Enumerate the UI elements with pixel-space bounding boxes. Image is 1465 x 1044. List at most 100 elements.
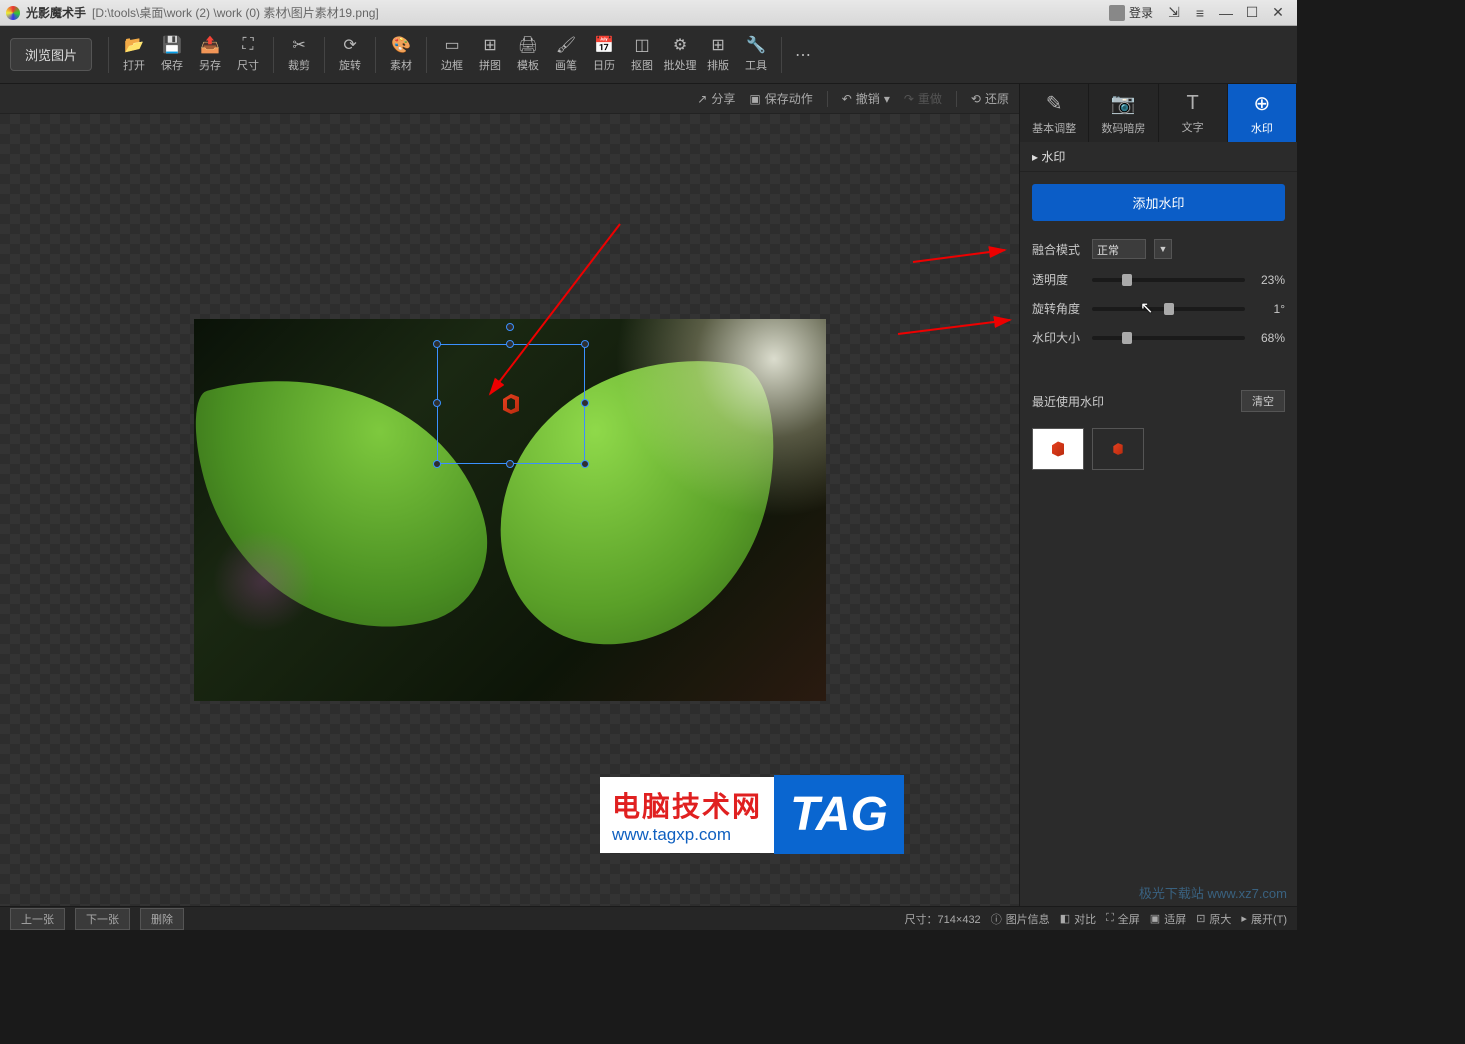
- resize-handle-bm[interactable]: [506, 460, 514, 468]
- tool-border[interactable]: ▭边框: [433, 36, 471, 73]
- tool-cutout[interactable]: ◫抠图: [623, 36, 661, 73]
- close-button[interactable]: ✕: [1265, 3, 1291, 23]
- basic-adjust-icon: ✎: [1046, 91, 1063, 116]
- login-label: 登录: [1129, 4, 1153, 21]
- pin-button[interactable]: ⇲: [1161, 3, 1187, 23]
- fullscreen-button[interactable]: ⛶ 全屏: [1106, 911, 1140, 927]
- size-icon: ⛶: [239, 36, 257, 54]
- size-slider[interactable]: [1092, 336, 1245, 340]
- tool-open[interactable]: 📂打开: [115, 36, 153, 73]
- annotation-arrow-2: [905, 244, 1015, 272]
- resize-handle-ml[interactable]: [433, 399, 441, 407]
- brush-icon: 🖌: [557, 36, 575, 54]
- tab-watermark[interactable]: ⊕水印: [1228, 84, 1297, 142]
- rotation-label: 旋转角度: [1032, 300, 1084, 317]
- recent-watermark-2[interactable]: [1092, 428, 1144, 470]
- resize-handle-tm[interactable]: [506, 340, 514, 348]
- tool-material[interactable]: 🎨素材: [382, 36, 420, 73]
- save-as-icon: 📤: [201, 36, 219, 54]
- opacity-slider[interactable]: [1092, 278, 1245, 282]
- menu-button[interactable]: ≡: [1187, 3, 1213, 23]
- tool-layout[interactable]: ⊞排版: [699, 36, 737, 73]
- resize-handle-tr[interactable]: [581, 340, 589, 348]
- size-label: 水印大小: [1032, 329, 1084, 346]
- save-action-button[interactable]: ▣ 保存动作: [749, 90, 812, 107]
- browse-images-button[interactable]: 浏览图片: [10, 38, 92, 71]
- delete-image-button[interactable]: 删除: [140, 908, 184, 930]
- login-button[interactable]: 登录: [1101, 4, 1161, 21]
- resize-handle-br[interactable]: [581, 460, 589, 468]
- tool-calendar[interactable]: 📅日历: [585, 36, 623, 73]
- clear-recent-button[interactable]: 清空: [1241, 390, 1285, 412]
- fitscreen-button[interactable]: ▣ 适屏: [1150, 911, 1186, 927]
- rotate-handle[interactable]: [506, 323, 514, 331]
- batch-icon: ⚙: [671, 36, 689, 54]
- image-info-button[interactable]: ⓘ 图片信息: [991, 911, 1050, 927]
- material-icon: 🎨: [392, 36, 410, 54]
- tool-brush[interactable]: 🖌画笔: [547, 36, 585, 73]
- tool-batch[interactable]: ⚙批处理: [661, 36, 699, 73]
- tool-collage[interactable]: ⊞拼图: [471, 36, 509, 73]
- xz7-watermark: 极光下载站 www.xz7.com: [1139, 883, 1287, 902]
- opacity-label: 透明度: [1032, 271, 1084, 288]
- tab-basic-adjust[interactable]: ✎基本调整: [1020, 84, 1089, 142]
- original-size-button[interactable]: ⊡ 原大: [1196, 911, 1231, 927]
- tool-tools[interactable]: 🔧工具: [737, 36, 775, 73]
- resize-handle-tl[interactable]: [433, 340, 441, 348]
- minimize-button[interactable]: —: [1213, 3, 1239, 23]
- prev-image-button[interactable]: 上一张: [10, 908, 65, 930]
- share-button[interactable]: ↗ 分享: [697, 90, 735, 107]
- collage-icon: ⊞: [481, 36, 499, 54]
- tool-save-as[interactable]: 📤另存: [191, 36, 229, 73]
- blend-mode-dropdown-icon[interactable]: ▼: [1154, 239, 1172, 259]
- panel-header: 水印: [1041, 150, 1065, 164]
- avatar-icon: [1109, 5, 1125, 21]
- watermark-selection-box[interactable]: [437, 344, 585, 464]
- tool-crop[interactable]: ✂裁剪: [280, 36, 318, 73]
- app-title: 光影魔术手: [26, 4, 86, 21]
- undo-button[interactable]: ↶ 撤销 ▾: [842, 90, 890, 107]
- expand-button[interactable]: ▸ 展开(T): [1241, 911, 1287, 927]
- layout-icon: ⊞: [709, 36, 727, 54]
- maximize-button[interactable]: ☐: [1239, 3, 1265, 23]
- restore-button[interactable]: ⟲ 还原: [971, 90, 1009, 107]
- tool-save[interactable]: 💾保存: [153, 36, 191, 73]
- opacity-value: 23%: [1253, 273, 1285, 287]
- watermark-icon: ⊕: [1253, 91, 1270, 116]
- cutout-icon: ◫: [633, 36, 651, 54]
- watermark-office-icon: [499, 392, 523, 416]
- next-image-button[interactable]: 下一张: [75, 908, 130, 930]
- blend-mode-label: 融合模式: [1032, 241, 1084, 258]
- darkroom-icon: 📷: [1111, 91, 1136, 116]
- text-icon: T: [1187, 92, 1199, 115]
- rotate-icon: ⟳: [341, 36, 359, 54]
- border-icon: ▭: [443, 36, 461, 54]
- annotation-arrow-3: [890, 314, 1020, 342]
- template-icon: 🖨: [519, 36, 537, 54]
- site-watermark-overlay: 电脑技术网 www.tagxp.com TAG: [600, 775, 904, 854]
- tab-text[interactable]: T文字: [1159, 84, 1228, 142]
- tool-template[interactable]: 🖨模板: [509, 36, 547, 73]
- recent-watermarks-label: 最近使用水印: [1032, 393, 1104, 410]
- tools-icon: 🔧: [747, 36, 765, 54]
- crop-icon: ✂: [290, 36, 308, 54]
- resize-handle-bl[interactable]: [433, 460, 441, 468]
- redo-button[interactable]: ↷ 重做: [904, 90, 942, 107]
- tool-rotate[interactable]: ⟳旋转: [331, 36, 369, 73]
- tab-darkroom[interactable]: 📷数码暗房: [1089, 84, 1158, 142]
- app-logo-icon: [6, 6, 20, 20]
- resize-handle-mr[interactable]: [581, 399, 589, 407]
- add-watermark-button[interactable]: 添加水印: [1032, 184, 1285, 221]
- calendar-icon: 📅: [595, 36, 613, 54]
- open-icon: 📂: [125, 36, 143, 54]
- photo: [194, 319, 826, 701]
- save-icon: 💾: [163, 36, 181, 54]
- rotation-value: 1°: [1253, 302, 1285, 316]
- blend-mode-select[interactable]: 正常: [1092, 239, 1146, 259]
- recent-watermark-1[interactable]: [1032, 428, 1084, 470]
- tool-size[interactable]: ⛶尺寸: [229, 36, 267, 73]
- rotation-slider[interactable]: [1092, 307, 1245, 311]
- dimensions-label: 尺寸：714×432: [905, 911, 981, 927]
- compare-button[interactable]: ◧ 对比: [1060, 911, 1096, 927]
- more-tools-button[interactable]: ⋯: [788, 46, 818, 64]
